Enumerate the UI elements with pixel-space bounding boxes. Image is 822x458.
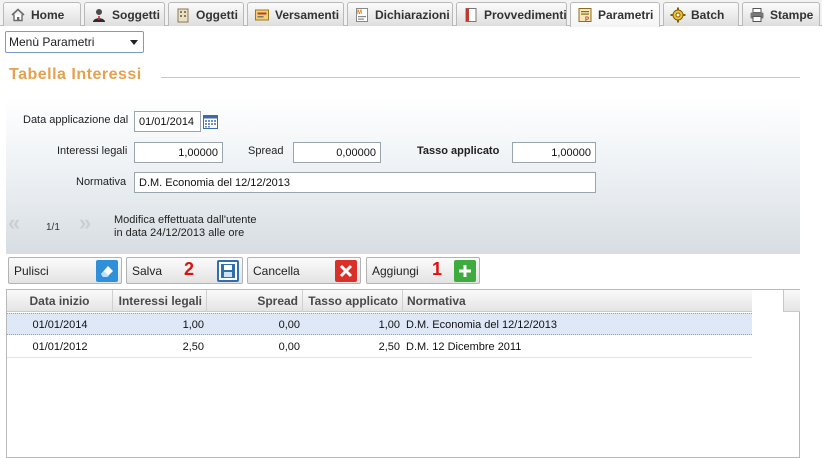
document-icon <box>463 7 479 23</box>
data-applicazione-label: Data applicazione dal <box>23 114 129 126</box>
cell-interessi-legali: 1,00 <box>182 318 204 331</box>
building-icon <box>175 7 191 23</box>
cell-tasso-applicato: 1,00 <box>378 318 400 331</box>
tab-oggetti[interactable]: Oggetti <box>168 2 244 26</box>
column-header-data-inizio[interactable]: Data inizio <box>7 290 113 312</box>
declaration-icon: M <box>354 7 370 23</box>
annotation-marker-1: 1 <box>432 259 443 279</box>
add-plus-icon <box>454 260 476 282</box>
tab-dichiarazioni[interactable]: M Dichiarazioni <box>347 2 453 26</box>
pager-counter: 1/1 <box>46 222 60 233</box>
chevron-down-icon <box>130 40 138 45</box>
aggiungi-button-label: Aggiungi <box>372 263 419 278</box>
tab-provvedimenti-label: Provvedimenti <box>484 7 567 22</box>
table-header-corner <box>783 290 800 312</box>
aggiungi-button[interactable]: Aggiungi <box>366 257 480 284</box>
tab-stampe-label: Stampe <box>770 7 814 22</box>
table-header: Data inizio Interessi legali Spread Tass… <box>7 290 752 312</box>
previous-record-icon[interactable]: « <box>8 212 20 234</box>
interessi-legali-field[interactable]: 1,00000 <box>134 142 223 163</box>
svg-text:P: P <box>585 17 589 23</box>
tab-batch[interactable]: Batch <box>663 2 739 26</box>
cancella-button[interactable]: Cancella <box>247 257 361 284</box>
tasso-applicato-field[interactable]: 1,00000 <box>512 142 596 163</box>
person-icon <box>91 7 107 23</box>
form-panel: Data applicazione dal 01/01/2014 Interes… <box>6 98 800 254</box>
delete-x-icon <box>335 260 357 282</box>
tab-parametri-label: Parametri <box>598 8 654 22</box>
spread-label: Spread <box>248 145 284 157</box>
cell-data-inizio: 01/01/2014 <box>32 318 88 331</box>
tab-soggetti-label: Soggetti <box>112 7 160 22</box>
menu-parametri-value: Menù Parametri <box>9 35 95 49</box>
next-record-icon[interactable]: » <box>79 212 91 234</box>
eraser-icon <box>96 260 118 282</box>
table-row[interactable]: 01/01/2012 2,50 0,00 2,50 D.M. 12 Dicemb… <box>7 336 752 358</box>
modification-info: Modifica effettuata dall'utente in data … <box>114 214 257 240</box>
interessi-table: Data inizio Interessi legali Spread Tass… <box>6 289 800 458</box>
cell-normativa: D.M. Economia del 12/12/2013 <box>406 318 558 331</box>
title-divider <box>161 77 800 78</box>
cell-data-inizio: 01/01/2012 <box>32 340 88 353</box>
tasso-applicato-label: Tasso applicato <box>417 145 500 157</box>
page-title: Tabella Interessi <box>9 66 142 83</box>
modification-info-line1: Modifica effettuata dall'utente <box>114 214 257 226</box>
column-header-spread[interactable]: Spread <box>207 290 303 312</box>
column-header-tasso-applicato[interactable]: Tasso applicato <box>303 290 403 312</box>
pulisci-button[interactable]: Pulisci <box>8 257 122 284</box>
payment-icon <box>254 7 270 23</box>
normativa-field[interactable]: D.M. Economia del 12/12/2013 <box>134 172 596 193</box>
calendar-icon[interactable] <box>203 114 218 129</box>
home-icon <box>10 7 26 23</box>
cell-normativa: D.M. 12 Dicembre 2011 <box>406 340 522 353</box>
tab-soggetti[interactable]: Soggetti <box>84 2 165 26</box>
tab-stampe[interactable]: Stampe <box>742 2 820 26</box>
tab-dichiarazioni-label: Dichiarazioni <box>375 7 450 22</box>
svg-text:M: M <box>357 10 362 16</box>
column-header-interessi-legali[interactable]: Interessi legali <box>113 290 207 312</box>
spread-field[interactable]: 0,00000 <box>293 142 381 163</box>
annotation-marker-2: 2 <box>184 259 195 279</box>
table-row[interactable]: 01/01/2014 1,00 0,00 1,00 D.M. Economia … <box>7 313 752 335</box>
save-floppy-icon <box>217 260 239 282</box>
tab-batch-label: Batch <box>691 7 725 22</box>
cancella-button-label: Cancella <box>253 263 300 278</box>
app-window: { "tabs": [ {"label": "Home", "icon": "h… <box>0 0 822 458</box>
salva-button-label: Salva <box>132 263 163 278</box>
tab-provvedimenti[interactable]: Provvedimenti <box>456 2 567 26</box>
cell-tasso-applicato: 2,50 <box>378 340 400 353</box>
tab-home-label: Home <box>31 7 65 22</box>
column-header-normativa[interactable]: Normativa <box>403 290 752 312</box>
parameters-icon: P <box>577 7 593 23</box>
data-applicazione-field[interactable]: 01/01/2014 <box>134 111 201 132</box>
tab-parametri[interactable]: P Parametri <box>570 2 660 27</box>
cell-spread: 0,00 <box>278 340 300 353</box>
printer-icon <box>749 7 765 23</box>
batch-gear-icon <box>670 7 686 23</box>
pulisci-button-label: Pulisci <box>14 263 49 278</box>
tab-home[interactable]: Home <box>3 2 81 26</box>
normativa-label: Normativa <box>76 176 127 188</box>
main-tab-bar: Home Soggetti Oggetti Versamenti M Dichi… <box>0 0 822 27</box>
modification-info-line2: in data 24/12/2013 alle ore <box>114 227 245 239</box>
cell-spread: 0,00 <box>278 318 300 331</box>
tab-versamenti-label: Versamenti <box>275 7 340 22</box>
menu-parametri-select[interactable]: Menù Parametri <box>5 31 144 53</box>
tab-oggetti-label: Oggetti <box>196 7 238 22</box>
tab-versamenti[interactable]: Versamenti <box>247 2 344 26</box>
interessi-legali-label: Interessi legali <box>57 145 128 157</box>
cell-interessi-legali: 2,50 <box>182 340 204 353</box>
